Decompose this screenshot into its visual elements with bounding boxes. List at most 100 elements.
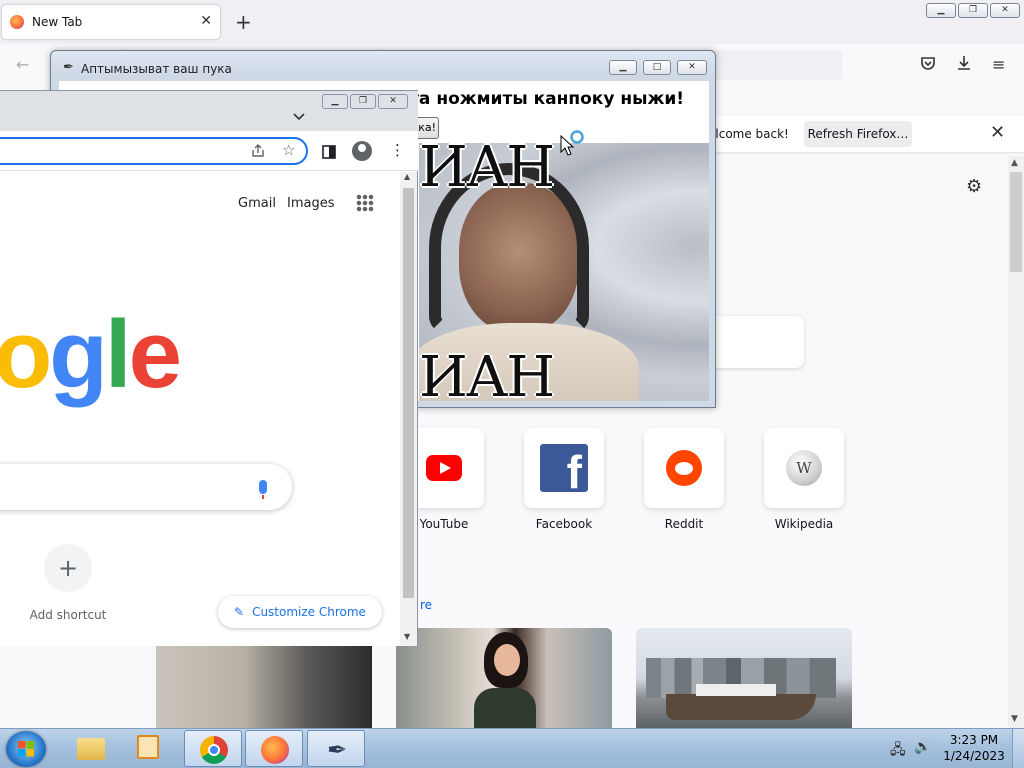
popup-maximize-button[interactable]: □ xyxy=(643,60,671,75)
tab-search-chevron-icon[interactable] xyxy=(293,113,305,121)
meme-caption-top: ИАН xyxy=(419,143,555,200)
chrome-menu-icon[interactable]: ⋮ xyxy=(390,141,405,159)
more-link[interactable]: re xyxy=(420,598,432,612)
busy-cursor-icon xyxy=(560,130,584,156)
chrome-close-button[interactable]: ✕ xyxy=(378,94,408,109)
popup-minimize-button[interactable]: ▁ xyxy=(609,60,637,75)
story-image-2[interactable] xyxy=(396,628,612,728)
bookmark-star-icon[interactable]: ☆ xyxy=(282,141,295,159)
volume-icon[interactable]: 🔊 xyxy=(914,739,931,755)
taskbar: ✒ 🖧 🔊 3:23 PM 1/24/2023 xyxy=(0,728,1024,768)
start-button[interactable] xyxy=(6,731,46,767)
google-logo: gogle xyxy=(0,300,182,410)
welcome-back-notice: elcome back! Refresh Firefox… ✕ xyxy=(700,116,1024,152)
side-panel-icon[interactable] xyxy=(322,145,336,159)
add-shortcut-label: Add shortcut xyxy=(29,608,107,622)
taskbar-feather-app[interactable]: ✒ xyxy=(307,730,365,767)
tile-wikipedia[interactable]: W xyxy=(764,428,844,508)
google-apps-icon[interactable] xyxy=(356,194,374,212)
chrome-scrollbar[interactable]: ▲ ▼ xyxy=(400,172,417,646)
notice-close-icon[interactable]: ✕ xyxy=(990,122,1005,143)
tab-title: New Tab xyxy=(32,15,83,29)
firefox-taskbar-icon xyxy=(261,736,289,764)
taskbar-firefox[interactable] xyxy=(245,730,303,767)
portrait-top xyxy=(474,688,536,728)
tile-label-reddit: Reddit xyxy=(664,517,704,531)
portrait-face xyxy=(494,644,520,676)
omnibox[interactable]: ☆ xyxy=(0,137,308,165)
feather-icon: ✒ xyxy=(63,60,74,75)
gmail-link[interactable]: Gmail xyxy=(238,196,276,211)
logo-letter-e: e xyxy=(128,301,182,408)
chrome-minimize-button[interactable]: ▁ xyxy=(322,94,348,109)
tile-facebook[interactable]: f xyxy=(524,428,604,508)
logo-letter-o: o xyxy=(0,301,52,408)
facebook-icon: f xyxy=(540,444,588,492)
chrome-toolbar: ☆ ⋮ xyxy=(0,131,418,171)
popup-title: Аптымызыват ваш пука xyxy=(81,62,232,76)
media-player-icon xyxy=(137,735,159,759)
scroll-thumb[interactable] xyxy=(1010,172,1022,272)
images-link[interactable]: Images xyxy=(287,196,335,211)
voice-search-icon[interactable] xyxy=(259,480,267,499)
minimize-button[interactable]: ▁ xyxy=(926,3,956,18)
tile-label-facebook: Facebook xyxy=(535,517,593,531)
firefox-icon xyxy=(10,15,24,29)
chrome-window[interactable]: ▁ ❐ ✕ ☆ ⋮ Gmail Images gogle + Add short… xyxy=(0,90,418,646)
popup-heading: ста ножмиты канпоку ныжи! xyxy=(399,89,685,109)
boat xyxy=(666,694,816,720)
story-image-3[interactable] xyxy=(636,628,852,728)
tile-reddit[interactable] xyxy=(644,428,724,508)
taskbar-chrome[interactable] xyxy=(184,730,242,767)
taskbar-explorer[interactable] xyxy=(62,730,120,767)
google-search-box[interactable] xyxy=(0,464,292,510)
gear-icon[interactable]: ⚙ xyxy=(966,176,982,197)
pocket-icon[interactable] xyxy=(920,55,936,75)
taskbar-media-player[interactable] xyxy=(122,730,180,767)
network-icon[interactable]: 🖧 xyxy=(890,739,906,763)
scroll-up-icon[interactable]: ▲ xyxy=(1011,158,1018,168)
profile-avatar-icon[interactable] xyxy=(352,141,372,161)
url-bar[interactable] xyxy=(700,50,842,80)
chrome-icon xyxy=(200,736,228,764)
customize-chrome-label: Customize Chrome xyxy=(252,605,366,619)
clock-time: 3:23 PM xyxy=(949,733,999,747)
chrome-icon-center xyxy=(208,744,220,756)
logo-letter-l: l xyxy=(104,301,132,408)
logo-letter-g: g xyxy=(49,301,108,408)
restore-button[interactable]: ❐ xyxy=(958,3,988,18)
chrome-restore-button[interactable]: ❐ xyxy=(350,94,376,109)
chrome-title-bar: ▁ ❐ ✕ xyxy=(0,91,418,131)
customize-chrome-button[interactable]: ✎ Customize Chrome xyxy=(218,596,382,628)
pencil-icon: ✎ xyxy=(234,605,245,619)
youtube-icon xyxy=(426,455,462,481)
close-button[interactable]: ✕ xyxy=(990,3,1020,18)
wikipedia-icon: W xyxy=(786,450,822,486)
popup-close-button[interactable]: ✕ xyxy=(677,60,707,75)
share-icon[interactable] xyxy=(250,143,266,159)
tile-label-wikipedia: Wikipedia xyxy=(774,517,834,531)
reddit-icon xyxy=(666,450,702,486)
add-shortcut-button[interactable]: + xyxy=(44,544,92,592)
boat-cabin xyxy=(696,684,776,696)
popup-meme-image: ИАН ИАН xyxy=(419,143,709,401)
firefox-tab-bar: New Tab ✕ + ▁ ❐ ✕ xyxy=(0,0,1024,44)
scroll-down-icon[interactable]: ▼ xyxy=(1011,714,1018,724)
show-desktop-button[interactable] xyxy=(1012,729,1024,768)
back-arrow-icon[interactable]: ← xyxy=(16,55,29,74)
meme-caption-bottom: ИАН xyxy=(419,345,555,401)
clock-date: 1/24/2023 xyxy=(943,749,1005,763)
chrome-new-tab-page: Gmail Images gogle + Add shortcut ✎ Custo… xyxy=(0,172,400,646)
tab-close-icon[interactable]: ✕ xyxy=(200,13,212,29)
menu-icon[interactable]: ≡ xyxy=(992,55,1005,74)
refresh-firefox-button[interactable]: Refresh Firefox… xyxy=(804,121,912,147)
chrome-scroll-up-icon[interactable]: ▲ xyxy=(404,172,410,181)
chrome-scroll-thumb[interactable] xyxy=(403,188,414,598)
tab-new-tab[interactable]: New Tab ✕ xyxy=(2,5,220,39)
new-tab-button[interactable]: + xyxy=(235,10,252,34)
firefox-scrollbar[interactable]: ▲ ▼ xyxy=(1008,156,1024,728)
downloads-icon[interactable] xyxy=(956,55,972,75)
chrome-scroll-down-icon[interactable]: ▼ xyxy=(404,632,410,641)
notice-text: elcome back! xyxy=(708,127,789,141)
clock[interactable]: 3:23 PM 1/24/2023 xyxy=(940,732,1008,764)
